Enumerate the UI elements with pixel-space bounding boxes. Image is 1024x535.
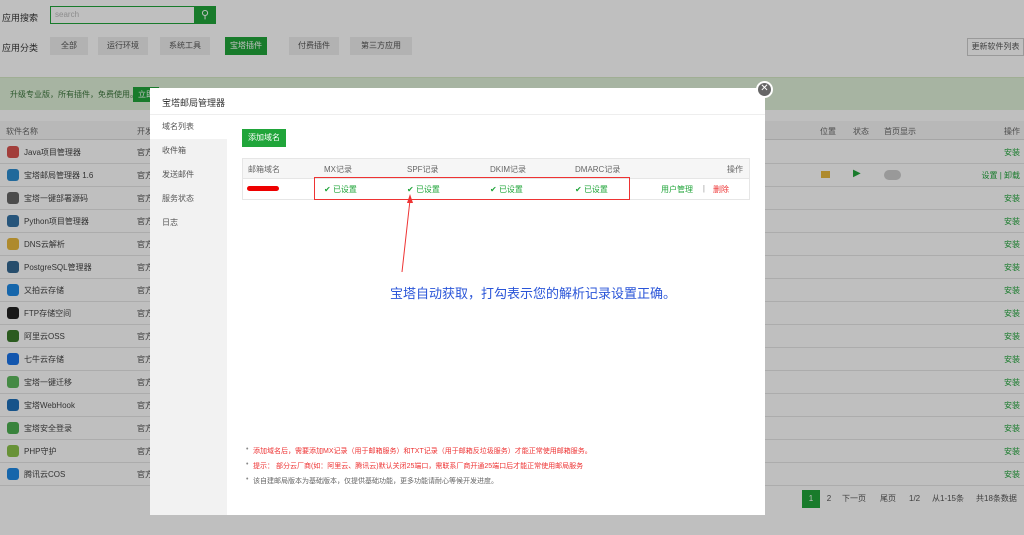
annotation-arrow (401, 194, 413, 273)
annotation-text: 宝塔自动获取，打勾表示您的解析记录设置正确。 (390, 286, 677, 301)
